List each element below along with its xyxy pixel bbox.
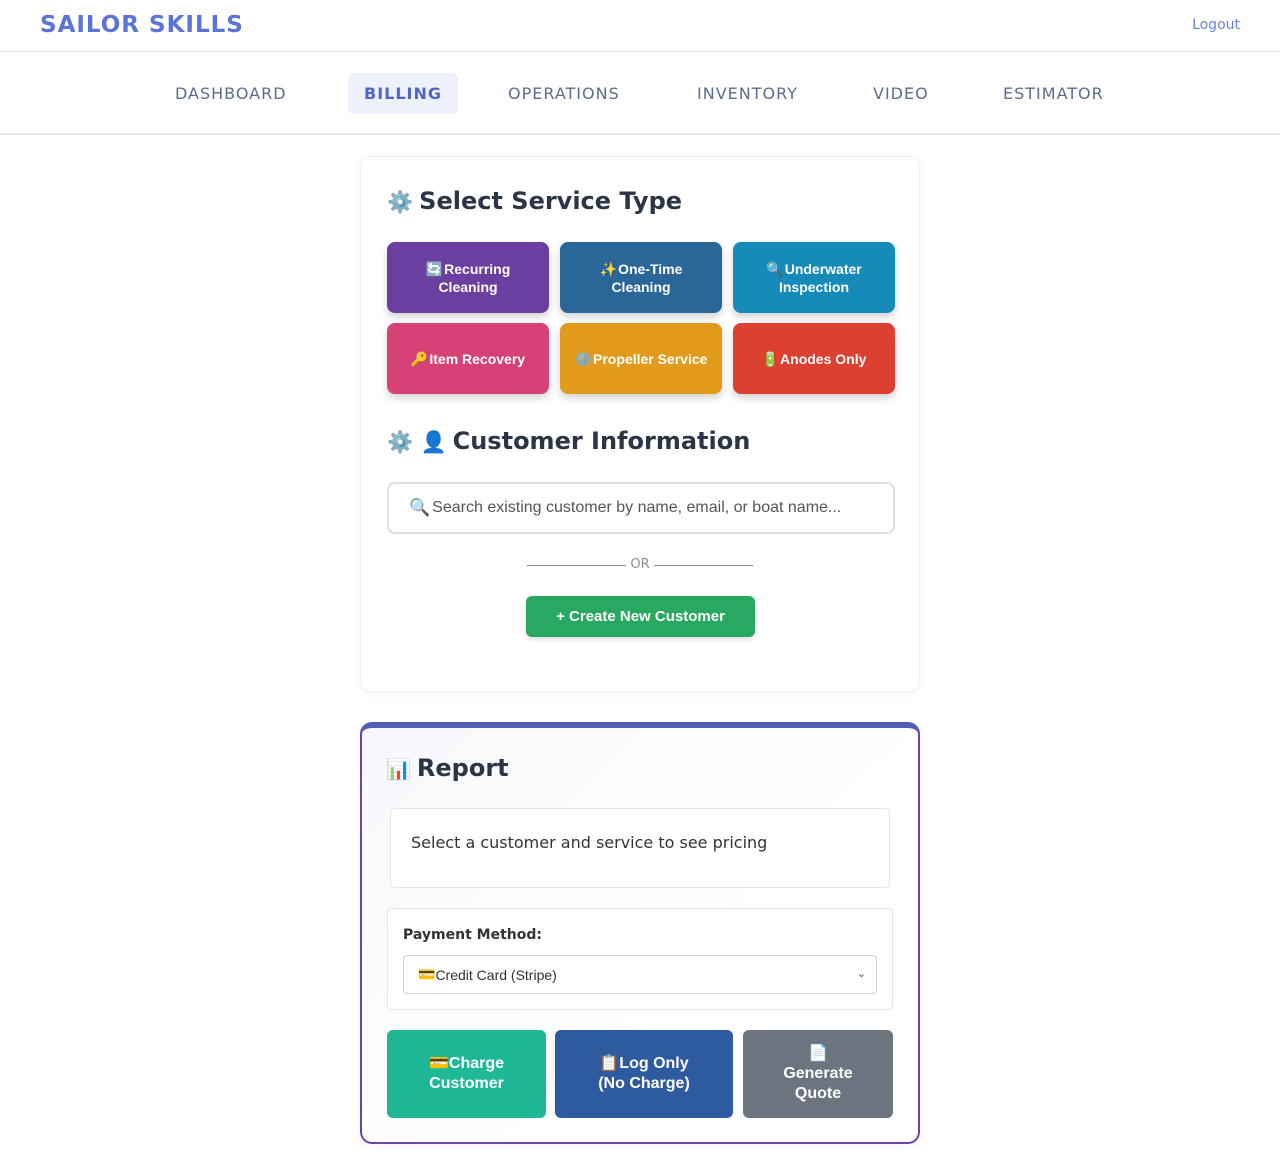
brand-logo[interactable]: SAILOR SKILLS [40,12,244,38]
service-type-title: Select Service Type [419,187,683,215]
nav-tab-inventory[interactable]: INVENTORY [681,73,814,114]
search-icon: 🔍 [409,498,431,517]
gear-icon: ⚙️ [387,190,414,214]
or-label: OR [630,557,650,572]
service-recurring-cleaning-button[interactable]: 🔄Recurring Cleaning [387,242,549,313]
main-nav: DASHBOARD BILLING OPERATIONS INVENTORY V… [0,52,1280,135]
search-placeholder: Search existing customer by name, email,… [432,499,842,516]
service-one-time-cleaning-button[interactable]: ✨One-Time Cleaning [560,242,722,313]
payment-method-section: Payment Method: 💳 Credit Card (Stripe) ⌄ [387,908,893,1010]
customer-search-input[interactable]: 🔍 Search existing customer by name, emai… [387,482,895,534]
divider-line [654,565,753,566]
service-button-label: Underwater Inspection [778,260,862,295]
nav-tab-video[interactable]: VIDEO [857,73,945,114]
service-customer-card: ⚙️ Select Service Type 🔄Recurring Cleanin… [360,156,920,692]
divider-line [527,565,626,566]
action-label-line1: Generate [783,1065,853,1082]
report-card: 📊 Report Select a customer and service to… [360,722,920,1144]
top-header: SAILOR SKILLS Logout [0,0,1280,52]
service-button-label: Anodes Only [780,350,867,367]
service-button-label: One-Time Cleaning [611,260,683,295]
service-anodes-only-button[interactable]: 🔋Anodes Only [733,323,895,394]
clipboard-icon: 📋 [599,1055,620,1072]
nav-tab-billing[interactable]: BILLING [348,73,459,114]
credit-card-icon: 💳 [418,966,436,982]
gear-user-icon: ⚙️ 👤 [387,430,447,454]
payment-selected-value: Credit Card (Stripe) [435,966,557,983]
payment-method-label: Payment Method: [403,927,542,943]
customer-info-title: Customer Information [452,427,751,455]
service-item-recovery-button[interactable]: 🔑Item Recovery [387,323,549,394]
service-type-heading: ⚙️ Select Service Type [387,187,682,215]
service-propeller-service-button[interactable]: ⚙️Propeller Service [560,323,722,394]
report-heading: 📊 Report [386,754,509,782]
charge-customer-button[interactable]: 💳Charge Customer [387,1030,546,1118]
key-icon: 🔑 [410,350,429,367]
sparkles-icon: ✨ [599,260,618,277]
document-icon: 📄 [808,1045,828,1062]
payment-method-select[interactable]: 💳 Credit Card (Stripe) ⌄ [403,955,877,994]
customer-info-heading: ⚙️ 👤 Customer Information [387,427,750,455]
generate-quote-button[interactable]: 📄 Generate Quote [743,1030,893,1118]
credit-card-icon: 💳 [428,1055,449,1072]
nav-tab-dashboard[interactable]: DASHBOARD [159,73,303,114]
action-label-line1: Log Only [619,1055,689,1072]
report-title: Report [416,754,509,782]
service-button-label: Recurring Cleaning [438,260,511,295]
service-underwater-inspection-button[interactable]: 🔍Underwater Inspection [733,242,895,313]
battery-icon: 🔋 [761,350,780,367]
service-button-label: Propeller Service [593,350,708,367]
bar-chart-icon: 📊 [386,757,411,781]
gear-icon: ⚙️ [574,350,593,367]
nav-tab-estimator[interactable]: ESTIMATOR [987,73,1120,114]
action-label-line1: Charge [448,1055,505,1072]
magnifier-icon: 🔍 [766,260,784,277]
service-button-label: Item Recovery [429,350,526,367]
chevron-down-icon: ⌄ [856,968,866,980]
action-label-line2: Quote [794,1085,842,1102]
pricing-display: Select a customer and service to see pri… [390,808,890,888]
nav-tab-operations[interactable]: OPERATIONS [492,73,636,114]
create-new-customer-button[interactable]: + Create New Customer [526,596,755,637]
logout-link[interactable]: Logout [1192,17,1240,33]
log-only-button[interactable]: 📋Log Only (No Charge) [555,1030,733,1118]
refresh-icon: 🔄 [425,260,444,277]
or-divider: OR [527,557,753,575]
action-label-line2: (No Charge) [598,1075,690,1092]
action-label-line2: Customer [429,1075,504,1092]
